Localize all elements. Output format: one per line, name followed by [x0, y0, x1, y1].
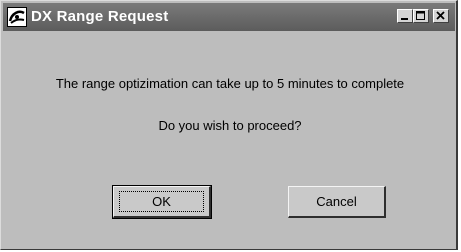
maximize-icon	[416, 11, 425, 20]
maximize-button[interactable]	[413, 9, 429, 23]
window-title: DX Range Request	[31, 8, 169, 25]
ok-button[interactable]: OK	[112, 185, 212, 219]
app-icon[interactable]	[7, 7, 27, 27]
dialog-message: The range optizimation can take up to 5 …	[55, 76, 405, 91]
focus-ring	[119, 191, 204, 212]
close-icon	[436, 11, 445, 20]
dialog-question: Do you wish to proceed?	[158, 118, 302, 133]
minimize-button[interactable]	[397, 9, 413, 23]
close-button[interactable]	[433, 9, 449, 23]
minimize-icon	[401, 18, 408, 20]
title-bar[interactable]: DX Range Request	[3, 3, 455, 31]
cancel-button[interactable]: Cancel	[288, 186, 386, 218]
dialog-window: DX Range Request The range optizimation …	[0, 0, 458, 250]
cancel-button-label: Cancel	[316, 194, 357, 209]
